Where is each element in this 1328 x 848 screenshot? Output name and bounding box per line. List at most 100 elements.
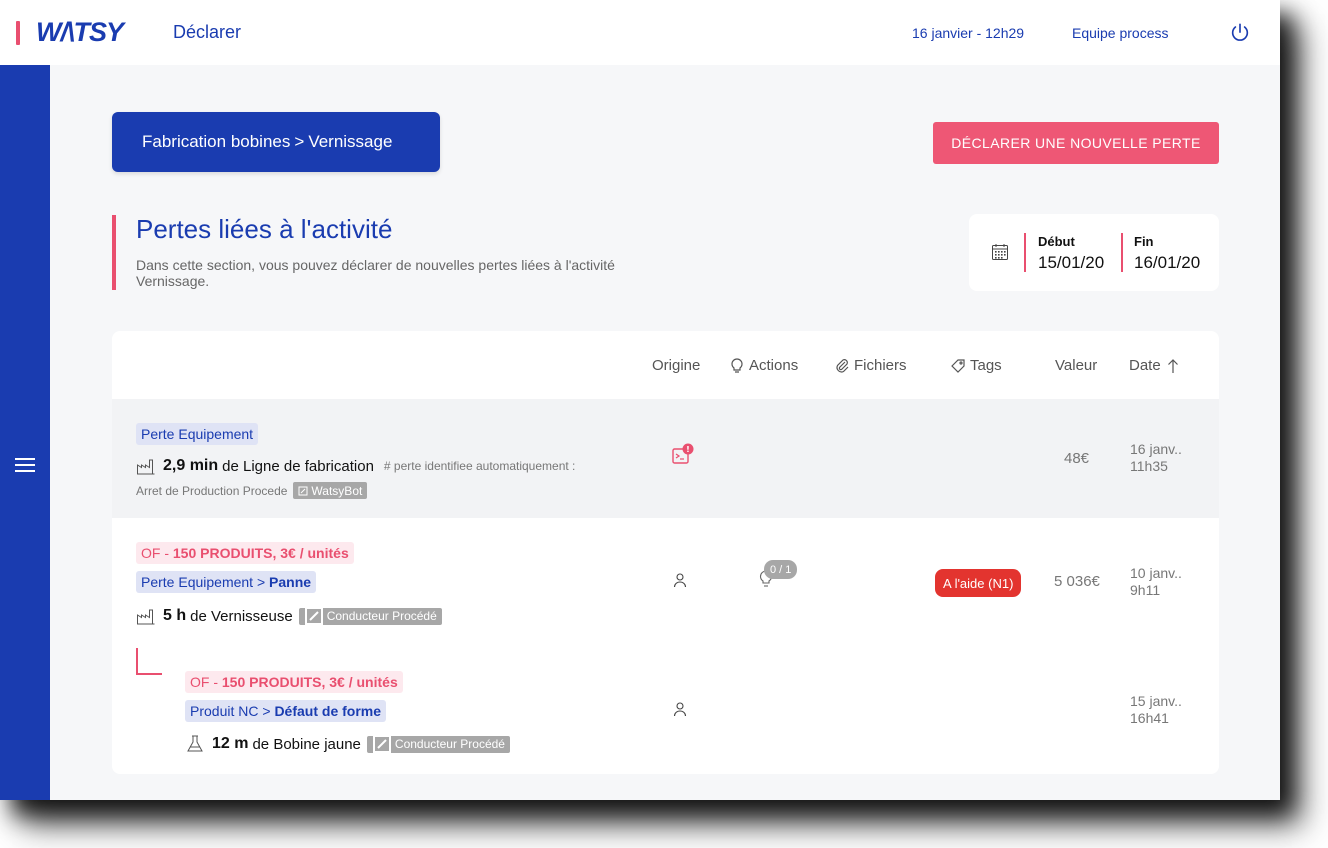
column-valeur[interactable]: Valeur	[1055, 357, 1097, 374]
column-valeur-label: Valeur	[1055, 357, 1098, 374]
hamburger-icon[interactable]	[15, 458, 35, 472]
of-detail: 150 PRODUITS, 3€ / unités	[172, 545, 349, 561]
factory-icon	[137, 459, 155, 475]
author-name: Conducteur Procédé	[326, 609, 437, 623]
section-description: Dans cette section, vous pouvez déclarer…	[136, 257, 615, 289]
paperclip-icon	[836, 358, 849, 373]
automatic-detection-icon: !	[672, 443, 694, 464]
table-row[interactable]: Perte Equipement 2,9 min de Ligne de fab…	[112, 399, 1219, 518]
loss-summary: 2,9 min de Ligne de fabrication # perte …	[136, 456, 575, 476]
loss-quantity: 12 m	[212, 735, 249, 752]
loss-comment: # perte identifiee automatiquement :	[383, 459, 576, 473]
sidebar	[0, 65, 50, 800]
factory-icon	[137, 609, 155, 625]
tag-icon	[951, 358, 965, 373]
loss-date-time: 9h11	[1130, 582, 1161, 598]
calendar-icon	[992, 244, 1008, 260]
loss-date: 10 janv.. 9h11	[1130, 565, 1182, 599]
column-date-label: Date	[1129, 357, 1161, 374]
section-accent-bar	[112, 215, 116, 290]
loss-quantity: 5 h	[163, 607, 187, 624]
of-prefix: OF -	[141, 545, 169, 561]
column-actions-label: Actions	[749, 357, 799, 374]
author-name: Conducteur Procédé	[394, 737, 505, 751]
column-origine[interactable]: Origine	[652, 357, 700, 374]
author-badge: WatsyBot	[293, 482, 368, 499]
column-origine-label: Origine	[652, 357, 701, 374]
sort-arrow-up-icon	[1167, 358, 1178, 373]
loss-date: 16 janv.. 11h35	[1130, 441, 1182, 475]
author-name: WatsyBot	[311, 483, 363, 498]
activity-breadcrumb[interactable]: Fabrication bobines > Vernissage	[112, 112, 440, 172]
loss-target: de Bobine jaune	[252, 735, 361, 753]
column-date[interactable]: Date	[1129, 357, 1181, 374]
table-header: Origine Actions Fichiers Tags Valeur Dat…	[112, 331, 1219, 399]
author-badge: Conducteur Procédé	[366, 735, 510, 753]
end-date-bar	[1121, 233, 1123, 272]
end-date-label: Fin	[1134, 234, 1154, 249]
production-order-badge: OF - 150 PRODUITS, 3€ / unités	[136, 542, 354, 564]
column-fichiers[interactable]: Fichiers	[834, 357, 907, 374]
category-label: Produit NC	[190, 703, 259, 719]
actions-count-bubble: 0 / 1	[764, 560, 798, 579]
child-row-connector	[136, 648, 162, 675]
loss-value: 5 036€	[1054, 573, 1100, 590]
loss-date-time: 11h35	[1130, 458, 1168, 474]
breadcrumb-activity: Vernissage	[308, 132, 393, 151]
column-tags[interactable]: Tags	[950, 357, 1002, 374]
column-tags-label: Tags	[970, 357, 1002, 374]
comment-text: Arret de Production Procede	[136, 483, 288, 498]
date-range-picker[interactable]: Début 15/01/20 Fin 16/01/20	[969, 214, 1219, 291]
end-date-value[interactable]: 16/01/20	[1134, 253, 1200, 273]
power-icon[interactable]	[1229, 22, 1251, 44]
top-bar: W/\TSY Déclarer 16 janvier - 12h29 Equip…	[0, 0, 1280, 65]
loss-target: de Vernisseuse	[190, 607, 293, 625]
edit-icon	[304, 607, 323, 625]
section-title: Pertes liées à l'activité	[136, 214, 393, 244]
production-order-badge: OF - 150 PRODUITS, 3€ / unités	[185, 671, 403, 693]
loss-comment-continued: Arret de Production Procede WatsyBot	[136, 482, 368, 499]
category-label: Perte Equipement	[141, 426, 254, 442]
start-date-bar	[1024, 233, 1026, 272]
loss-date-time: 16h41	[1130, 710, 1169, 726]
loss-category: Perte Equipement	[136, 423, 259, 445]
subcategory-label: Panne	[269, 574, 312, 590]
lightbulb-icon	[731, 357, 743, 373]
loss-value: 48€	[1064, 450, 1090, 467]
losses-table: Origine Actions Fichiers Tags Valeur Dat…	[112, 331, 1219, 774]
author-badge: Conducteur Procédé	[298, 607, 442, 625]
start-date-label: Début	[1038, 234, 1075, 249]
of-detail: 150 PRODUITS, 3€ / unités	[221, 674, 398, 690]
flask-icon	[187, 735, 203, 752]
loss-summary: 12 m de Bobine jaune Conducteur Procédé	[185, 734, 510, 754]
column-actions[interactable]: Actions	[729, 357, 798, 374]
loss-summary: 5 h de Vernisseuse Conducteur Procédé	[136, 606, 442, 626]
category-label: Perte Equipement	[141, 574, 254, 590]
user-icon[interactable]	[672, 701, 688, 717]
team-selector[interactable]: Equipe process	[1072, 25, 1169, 41]
declare-new-loss-button[interactable]: DÉCLARER UNE NOUVELLE PERTE	[933, 122, 1219, 164]
edit-icon	[372, 735, 391, 753]
start-date-value[interactable]: 15/01/20	[1038, 253, 1104, 273]
loss-date-day: 15 janv..	[1130, 693, 1182, 709]
loss-date-day: 10 janv..	[1130, 565, 1182, 581]
loss-target: de Ligne de fabrication	[222, 457, 374, 475]
loss-quantity: 2,9 min	[163, 457, 219, 474]
loss-category: Produit NC > Défaut de forme	[185, 700, 387, 722]
breadcrumb-separator: >	[294, 132, 305, 151]
user-icon[interactable]	[672, 572, 688, 588]
app-window: W/\TSY Déclarer 16 janvier - 12h29 Equip…	[0, 0, 1280, 800]
page-title: Déclarer	[173, 22, 242, 42]
current-datetime: 16 janvier - 12h29	[912, 25, 1025, 41]
column-fichiers-label: Fichiers	[854, 357, 907, 374]
loss-date-day: 16 janv..	[1130, 441, 1182, 457]
tag-help-badge[interactable]: A l'aide (N1)	[935, 569, 1022, 597]
subcategory-label: Défaut de forme	[274, 703, 382, 719]
watsy-logo[interactable]: W/\TSY	[36, 17, 124, 48]
edit-icon	[298, 486, 308, 495]
brand-mark	[16, 21, 20, 45]
loss-date: 15 janv.. 16h41	[1130, 693, 1182, 727]
svg-text:!: !	[686, 445, 690, 454]
of-prefix: OF -	[190, 674, 218, 690]
loss-category: Perte Equipement > Panne	[136, 571, 317, 593]
